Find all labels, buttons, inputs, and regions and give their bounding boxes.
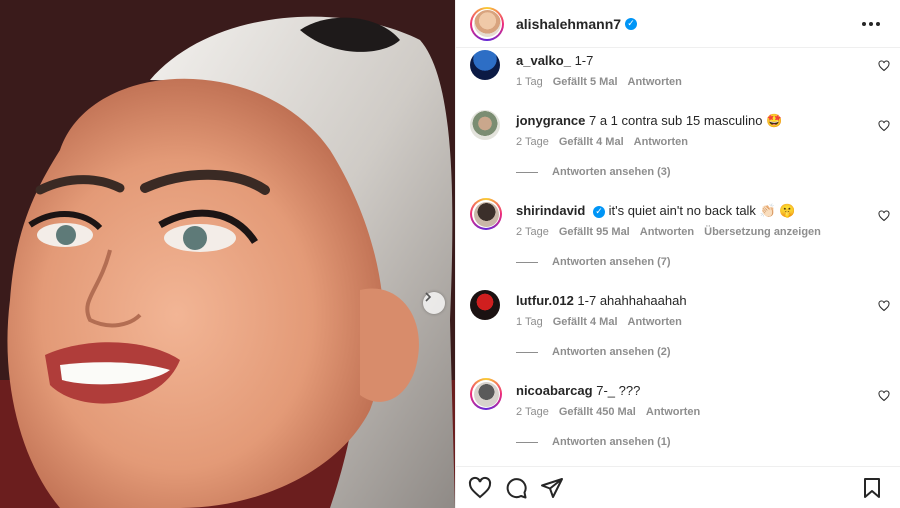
view-replies-label: Antworten ansehen (3) <box>552 166 671 178</box>
comment-likes[interactable]: Gefällt 4 Mal <box>553 316 618 328</box>
view-replies-button[interactable]: Antworten ansehen (2) <box>516 346 671 358</box>
heart-icon[interactable] <box>878 300 890 312</box>
commenter-avatar[interactable] <box>470 198 502 230</box>
post-header: alishalehmann7 ✓ <box>456 0 900 48</box>
comment-time[interactable]: 2 Tage <box>516 136 549 148</box>
view-replies-button[interactable]: Antworten ansehen (7) <box>516 256 671 268</box>
comment-body: it's quiet ain't no back talk 👏🏻 🤫 <box>608 203 796 218</box>
commenter-username[interactable]: lutfur.012 <box>516 293 574 308</box>
heart-icon[interactable] <box>878 60 890 72</box>
comments-list[interactable]: a_valko_ 1-7 1 Tag Gefällt 5 Mal Antwort… <box>456 48 900 466</box>
comment-text: a_valko_ 1-7 <box>516 52 860 70</box>
comment-meta: 1 Tag Gefällt 5 Mal Antworten <box>516 76 860 88</box>
comment-likes[interactable]: Gefällt 450 Mal <box>559 406 636 418</box>
commenter-avatar[interactable] <box>470 290 500 320</box>
comment-likes[interactable]: Gefällt 95 Mal <box>559 226 630 238</box>
reply-button[interactable]: Antworten <box>634 136 688 148</box>
comment-likes[interactable]: Gefällt 4 Mal <box>559 136 624 148</box>
comment-meta: 2 Tage Gefällt 450 Mal Antworten <box>516 406 860 418</box>
chevron-right-icon <box>425 292 432 302</box>
reply-button[interactable]: Antworten <box>628 316 682 328</box>
heart-icon[interactable] <box>878 210 890 222</box>
verified-badge-icon: ✓ <box>592 205 605 218</box>
commenter-username[interactable]: a_valko_ <box>516 53 571 68</box>
comment-icon[interactable] <box>504 476 528 500</box>
comments-panel: alishalehmann7 ✓ a_valko_ 1-7 1 Tag Gefä… <box>455 0 900 508</box>
comment-time[interactable]: 2 Tage <box>516 226 549 238</box>
more-options-icon[interactable] <box>856 16 886 32</box>
comment-body: 7-_ ??? <box>596 383 641 398</box>
view-replies-label: Antworten ansehen (2) <box>552 346 671 358</box>
comment-time[interactable]: 1 Tag <box>516 76 543 88</box>
bookmark-icon[interactable] <box>860 476 884 500</box>
comment-meta: 2 Tage Gefällt 4 Mal Antworten <box>516 136 860 148</box>
view-replies-button[interactable]: Antworten ansehen (3) <box>516 166 671 178</box>
comment-body: 1-7 <box>574 53 594 68</box>
heart-icon[interactable] <box>878 390 890 402</box>
reply-button[interactable]: Antworten <box>646 406 700 418</box>
comment-text: shirindavid ✓ it's quiet ain't no back t… <box>516 202 860 220</box>
comment-body: 7 a 1 contra sub 15 masculino 🤩 <box>588 113 783 128</box>
comment-text: nicoabarcag 7-_ ??? <box>516 382 860 400</box>
comment-body: 1-7 ahahhahaahah <box>577 293 687 308</box>
heart-icon[interactable] <box>878 120 890 132</box>
reply-button[interactable]: Antworten <box>628 76 682 88</box>
comment-likes[interactable]: Gefällt 5 Mal <box>553 76 618 88</box>
carousel-next-button[interactable] <box>423 292 445 314</box>
view-replies-label: Antworten ansehen (7) <box>552 256 671 268</box>
translate-button[interactable]: Übersetzung anzeigen <box>704 226 821 238</box>
view-replies-button[interactable]: Antworten ansehen (1) <box>516 436 671 448</box>
comment-time[interactable]: 1 Tag <box>516 316 543 328</box>
author-username[interactable]: alishalehmann7 <box>516 16 621 32</box>
reply-button[interactable]: Antworten <box>640 226 694 238</box>
author-avatar[interactable] <box>470 6 504 41</box>
commenter-username[interactable]: jonygrance <box>516 113 585 128</box>
post-actions-bar <box>456 466 900 508</box>
portrait-illustration <box>0 0 455 508</box>
send-icon[interactable] <box>540 476 564 500</box>
commenter-username[interactable]: nicoabarcag <box>516 383 593 398</box>
commenter-avatar[interactable] <box>470 50 500 80</box>
comment-text: lutfur.012 1-7 ahahhahaahah <box>516 292 860 310</box>
verified-badge-icon: ✓ <box>625 17 638 30</box>
comment-meta: 2 Tage Gefällt 95 Mal Antworten Übersetz… <box>516 226 860 238</box>
post-photo <box>0 0 455 508</box>
comment-time[interactable]: 2 Tage <box>516 406 549 418</box>
heart-icon[interactable] <box>468 476 492 500</box>
commenter-avatar[interactable] <box>470 110 500 140</box>
comment-text: jonygrance 7 a 1 contra sub 15 masculino… <box>516 112 860 130</box>
commenter-avatar[interactable] <box>470 378 502 410</box>
view-replies-label: Antworten ansehen (1) <box>552 436 671 448</box>
commenter-username[interactable]: shirindavid <box>516 203 585 218</box>
comment-meta: 1 Tag Gefällt 4 Mal Antworten <box>516 316 860 328</box>
